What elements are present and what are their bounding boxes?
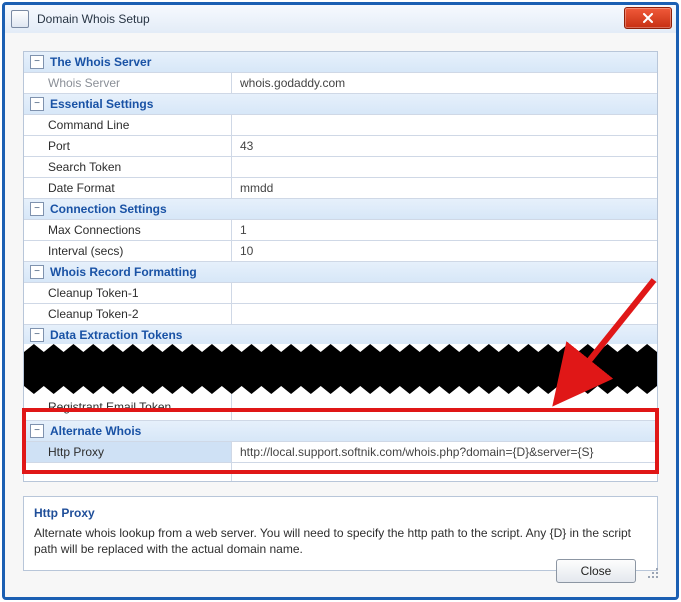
image-break xyxy=(24,344,657,394)
close-icon xyxy=(643,13,653,23)
window-title: Domain Whois Setup xyxy=(37,12,150,26)
collapse-icon[interactable]: − xyxy=(30,97,44,111)
row-cleanup-token-1[interactable]: Cleanup Token-1 xyxy=(24,282,657,303)
row-date-format[interactable]: Date Format mmdd xyxy=(24,177,657,198)
description-body: Alternate whois lookup from a web server… xyxy=(34,525,647,557)
section-data-extraction[interactable]: − Data Extraction Tokens xyxy=(24,324,657,345)
section-connection-settings[interactable]: − Connection Settings xyxy=(24,198,657,219)
titlebar[interactable]: Domain Whois Setup xyxy=(5,5,676,34)
collapse-icon[interactable]: − xyxy=(30,424,44,438)
window-close-button[interactable] xyxy=(624,7,672,29)
row-command-line[interactable]: Command Line xyxy=(24,114,657,135)
value-http-proxy[interactable]: http://local.support.softnik.com/whois.p… xyxy=(232,442,657,462)
section-record-formatting[interactable]: − Whois Record Formatting xyxy=(24,261,657,282)
row-search-token[interactable]: Search Token xyxy=(24,156,657,177)
label-whois-server: Whois Server xyxy=(24,73,232,93)
property-grid[interactable]: − The Whois Server Whois Server whois.go… xyxy=(23,51,658,482)
collapse-icon[interactable]: − xyxy=(30,328,44,342)
value-whois-server[interactable]: whois.godaddy.com xyxy=(232,73,657,93)
row-http-proxy[interactable]: Http Proxy http://local.support.softnik.… xyxy=(24,441,657,462)
window: Domain Whois Setup − The Whois Server Wh… xyxy=(2,2,679,600)
row-cleanup-token-2[interactable]: Cleanup Token-2 xyxy=(24,303,657,324)
section-whois-server[interactable]: − The Whois Server xyxy=(24,52,657,72)
row-port[interactable]: Port 43 xyxy=(24,135,657,156)
collapse-icon[interactable]: − xyxy=(30,55,44,69)
app-icon xyxy=(11,10,29,28)
row-whois-server[interactable]: Whois Server whois.godaddy.com xyxy=(24,72,657,93)
close-button[interactable]: Close xyxy=(556,559,636,583)
collapse-icon[interactable]: − xyxy=(30,265,44,279)
resize-grip[interactable] xyxy=(644,564,658,578)
row-max-connections[interactable]: Max Connections 1 xyxy=(24,219,657,240)
row-registrant-email-token[interactable]: Registrant Email Token xyxy=(24,393,657,420)
row-empty xyxy=(24,462,657,481)
collapse-icon[interactable]: − xyxy=(30,202,44,216)
section-essential-settings[interactable]: − Essential Settings xyxy=(24,93,657,114)
description-title: Http Proxy xyxy=(34,505,647,521)
row-interval[interactable]: Interval (secs) 10 xyxy=(24,240,657,261)
section-alternate-whois[interactable]: − Alternate Whois xyxy=(24,420,657,441)
